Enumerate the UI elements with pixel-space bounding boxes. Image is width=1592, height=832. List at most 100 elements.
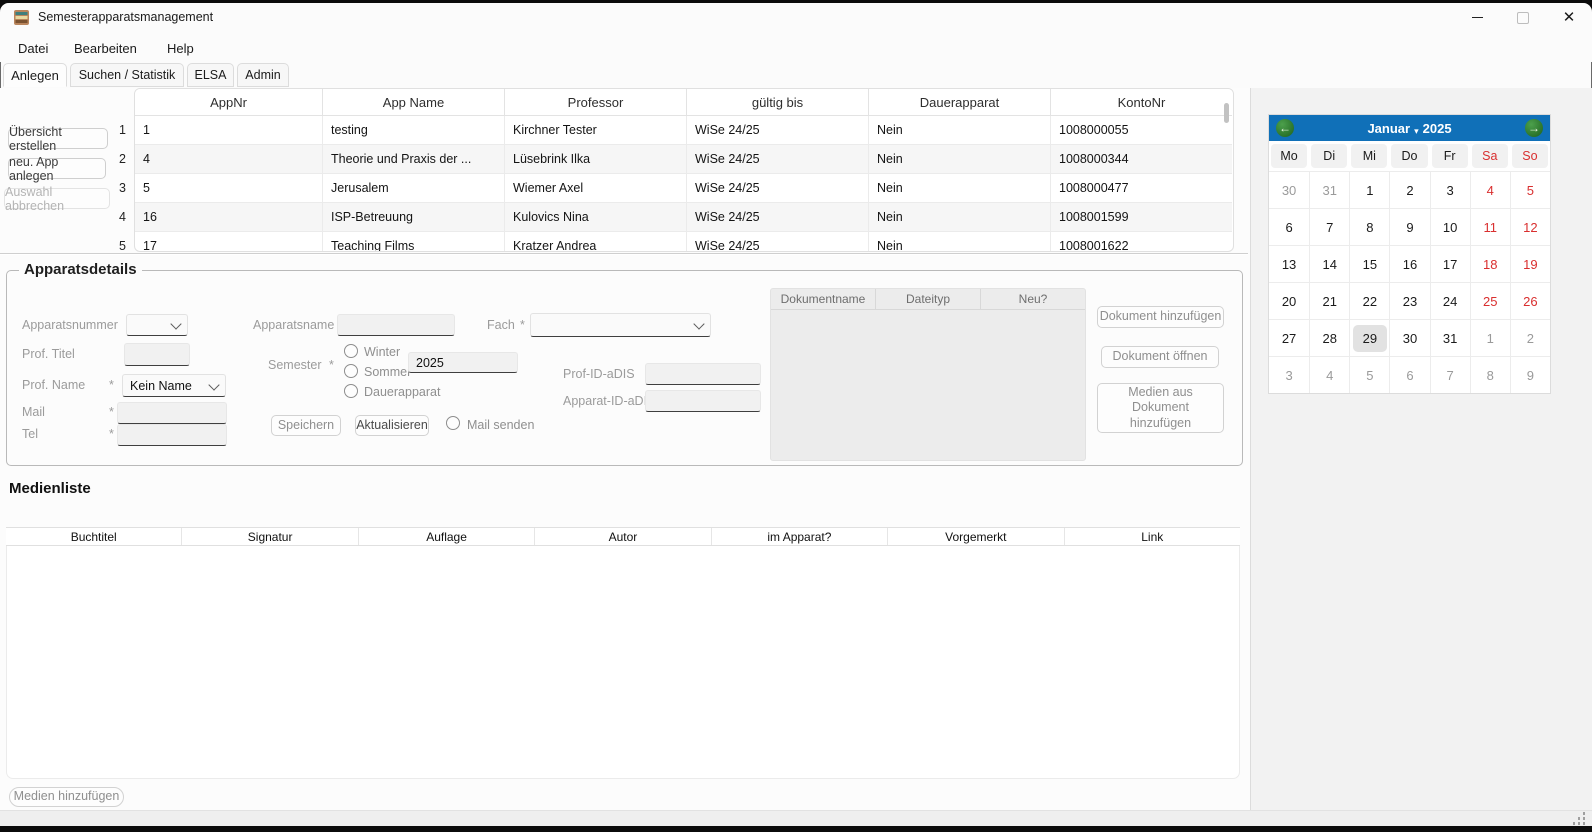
calendar-month[interactable]: Januar: [1367, 121, 1410, 136]
calendar-day[interactable]: 31: [1430, 319, 1470, 356]
calendar-day[interactable]: 3: [1430, 171, 1470, 208]
calendar-day[interactable]: 8: [1470, 356, 1510, 393]
calendar-day[interactable]: 23: [1389, 282, 1429, 319]
calendar-day[interactable]: 30: [1389, 319, 1429, 356]
menu-bearbeiten[interactable]: Bearbeiten: [70, 39, 141, 58]
winter-radio[interactable]: [344, 344, 358, 358]
tab-elsa[interactable]: ELSA: [187, 63, 234, 87]
table-row[interactable]: 4Theorie und Praxis der ...Lüsebrink Ilk…: [135, 145, 1233, 174]
required-star: *: [520, 318, 525, 332]
calendar-day[interactable]: 30: [1269, 171, 1309, 208]
calendar-day[interactable]: 28: [1309, 319, 1349, 356]
calendar-day[interactable]: 3: [1269, 356, 1309, 393]
calendar-day[interactable]: 27: [1269, 319, 1309, 356]
dokument-hinzufuegen-button[interactable]: Dokument hinzufügen: [1097, 306, 1224, 328]
resize-grip-icon[interactable]: [1571, 812, 1585, 825]
calendar-prev-arrow-icon[interactable]: ←: [1276, 119, 1294, 137]
menu-datei[interactable]: Datei: [14, 39, 52, 58]
calendar-day[interactable]: 8: [1349, 208, 1389, 245]
calendar-day[interactable]: 5: [1510, 171, 1550, 208]
calendar-day[interactable]: 22: [1349, 282, 1389, 319]
neu-app-anlegen-button[interactable]: neu. App anlegen: [8, 158, 106, 179]
calendar-day[interactable]: 9: [1389, 208, 1429, 245]
table-cell: Lüsebrink Ilka: [505, 145, 687, 174]
tab-admin[interactable]: Admin: [237, 63, 289, 87]
calendar-day[interactable]: 12: [1510, 208, 1550, 245]
prof-id-adis-field[interactable]: [645, 363, 761, 385]
calendar-day[interactable]: 10: [1430, 208, 1470, 245]
calendar-day[interactable]: 11: [1470, 208, 1510, 245]
table-cell: 16: [135, 203, 323, 232]
menu-help[interactable]: Help: [163, 39, 198, 58]
uebersicht-erstellen-button[interactable]: Übersicht erstellen: [8, 128, 108, 149]
auswahl-abbrechen-button[interactable]: Auswahl abbrechen: [4, 188, 110, 209]
table-row[interactable]: 1testingKirchner TesterWiSe 24/25Nein100…: [135, 116, 1233, 145]
calendar-day[interactable]: 17: [1430, 245, 1470, 282]
apparat-id-adis-field[interactable]: [645, 390, 761, 412]
apparatsname-field[interactable]: [337, 314, 455, 336]
calendar-day[interactable]: 25: [1470, 282, 1510, 319]
calendar-day[interactable]: 21: [1309, 282, 1349, 319]
aktualisieren-button[interactable]: Aktualisieren: [355, 415, 429, 436]
minimize-button[interactable]: [1454, 3, 1500, 32]
calendar-day[interactable]: 9: [1510, 356, 1550, 393]
calendar-day[interactable]: 4: [1309, 356, 1349, 393]
prof-name-combobox[interactable]: Kein Name: [122, 374, 226, 397]
dokumente-table[interactable]: DokumentnameDateitypNeu?: [770, 288, 1086, 461]
calendar-day[interactable]: 13: [1269, 245, 1309, 282]
apps-table[interactable]: AppNrApp NameProfessorgültig bisDauerapp…: [134, 88, 1234, 252]
semester-year-field[interactable]: 2025: [408, 352, 518, 373]
tab-anlegen[interactable]: Anlegen: [3, 63, 67, 87]
calendar-day[interactable]: 19: [1510, 245, 1550, 282]
calendar-day[interactable]: 1: [1470, 319, 1510, 356]
mail-senden-radio[interactable]: [446, 416, 460, 430]
sommer-radio[interactable]: [344, 364, 358, 378]
calendar-title[interactable]: Januar▾ 2025: [1367, 121, 1451, 136]
calendar-day[interactable]: 2: [1389, 171, 1429, 208]
table-row[interactable]: 5JerusalemWiemer AxelWiSe 24/25Nein10080…: [135, 174, 1233, 203]
table-cell: Nein: [869, 232, 1051, 252]
calendar-day[interactable]: 24: [1430, 282, 1470, 319]
calendar-day[interactable]: 20: [1269, 282, 1309, 319]
calendar-day[interactable]: 1: [1349, 171, 1389, 208]
calendar-day[interactable]: 15: [1349, 245, 1389, 282]
calendar-day[interactable]: 31: [1309, 171, 1349, 208]
tab-suchen-statistik[interactable]: Suchen / Statistik: [70, 63, 184, 87]
calendar-day[interactable]: 5: [1349, 356, 1389, 393]
calendar-day[interactable]: 14: [1309, 245, 1349, 282]
medien-hinzufuegen-button[interactable]: Medien hinzufügen: [9, 787, 124, 807]
calendar-day[interactable]: 7: [1430, 356, 1470, 393]
calendar-year[interactable]: 2025: [1423, 121, 1452, 136]
maximize-button[interactable]: [1500, 3, 1546, 32]
calendar-day[interactable]: 16: [1389, 245, 1429, 282]
calendar-day[interactable]: 6: [1389, 356, 1429, 393]
apparatsnummer-combobox[interactable]: [126, 314, 188, 336]
table-cell: 1008001622: [1051, 232, 1232, 252]
mail-field[interactable]: [117, 402, 227, 424]
close-button[interactable]: ✕: [1546, 3, 1592, 32]
dokument-oeffnen-button[interactable]: Dokument öffnen: [1101, 346, 1219, 368]
calendar-day[interactable]: 7: [1309, 208, 1349, 245]
fach-combobox[interactable]: [530, 313, 711, 337]
table-cell: 1008000055: [1051, 116, 1232, 145]
prof-titel-field[interactable]: [124, 343, 190, 366]
table-row[interactable]: 16ISP-BetreuungKulovics NinaWiSe 24/25Ne…: [135, 203, 1233, 232]
calendar-day[interactable]: 4: [1470, 171, 1510, 208]
calendar-day-name: Mo: [1271, 144, 1307, 168]
dauerapparat-radio[interactable]: [344, 384, 358, 398]
medienliste-body[interactable]: [6, 546, 1240, 779]
calendar-day[interactable]: 6: [1269, 208, 1309, 245]
label-apparatsname: Apparatsname *: [253, 318, 343, 332]
apps-table-scrollbar[interactable]: [1224, 103, 1229, 123]
calendar-next-arrow-icon[interactable]: →: [1525, 119, 1543, 137]
calendar-day[interactable]: 18: [1470, 245, 1510, 282]
tel-field[interactable]: [117, 424, 227, 446]
table-row[interactable]: 17Teaching FilmsKratzer AndreaWiSe 24/25…: [135, 232, 1233, 252]
speichern-button[interactable]: Speichern: [271, 415, 341, 436]
calendar-day[interactable]: 29: [1349, 319, 1389, 356]
table-cell: WiSe 24/25: [687, 174, 869, 203]
chevron-down-icon: [693, 318, 704, 329]
medien-aus-dokument-button[interactable]: Medien aus Dokument hinzufügen: [1097, 383, 1224, 433]
calendar-day[interactable]: 26: [1510, 282, 1550, 319]
calendar-day[interactable]: 2: [1510, 319, 1550, 356]
